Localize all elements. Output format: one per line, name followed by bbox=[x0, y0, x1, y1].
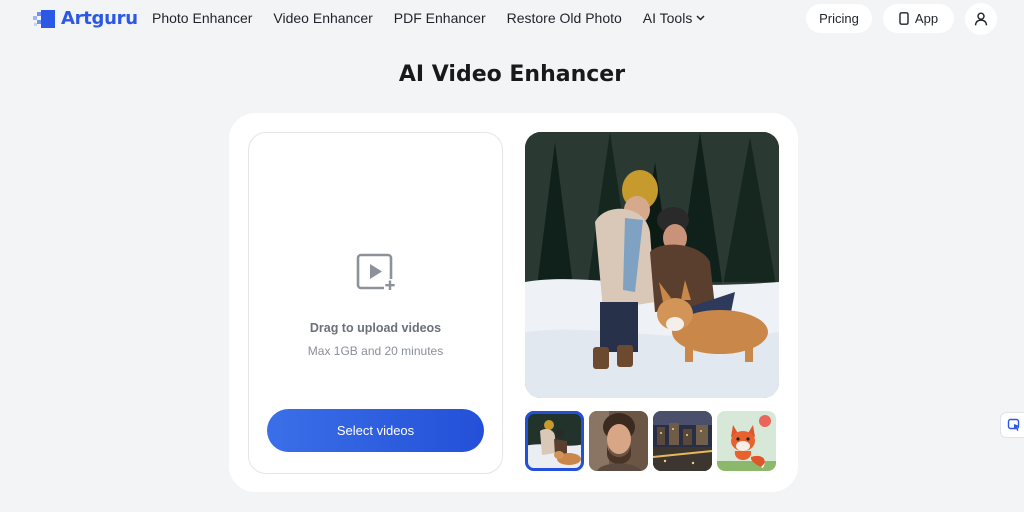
user-account-button[interactable] bbox=[965, 3, 997, 35]
app-button[interactable]: App bbox=[883, 4, 954, 33]
select-videos-button[interactable]: Select videos bbox=[267, 409, 484, 452]
upload-dropzone[interactable]: Drag to upload videos Max 1GB and 20 min… bbox=[248, 132, 503, 474]
chevron-down-icon bbox=[696, 15, 705, 21]
thumbnail-city-night[interactable] bbox=[653, 411, 712, 471]
thumbnail-couple-with-dog[interactable] bbox=[525, 411, 584, 471]
brand-logo[interactable]: Artguru bbox=[33, 8, 138, 29]
pricing-button[interactable]: Pricing bbox=[806, 4, 872, 33]
main-nav: Photo Enhancer Video Enhancer PDF Enhanc… bbox=[152, 10, 705, 26]
nav-pdf-enhancer[interactable]: PDF Enhancer bbox=[394, 10, 486, 26]
enhancer-card: Drag to upload videos Max 1GB and 20 min… bbox=[229, 113, 798, 492]
brand-name: Artguru bbox=[61, 8, 138, 29]
nav-video-enhancer[interactable]: Video Enhancer bbox=[273, 10, 372, 26]
nav-photo-enhancer[interactable]: Photo Enhancer bbox=[152, 10, 252, 26]
nav-ai-tools[interactable]: AI Tools bbox=[643, 10, 706, 26]
sample-preview-image bbox=[525, 132, 779, 398]
nav-ai-tools-label: AI Tools bbox=[642, 10, 693, 26]
sample-thumbnails bbox=[525, 411, 776, 471]
app-button-label: App bbox=[914, 11, 939, 26]
nav-restore-old-photo[interactable]: Restore Old Photo bbox=[507, 10, 622, 26]
artguru-logo-icon bbox=[33, 9, 55, 28]
floating-chat-button[interactable] bbox=[1000, 412, 1024, 438]
user-icon bbox=[974, 12, 988, 26]
top-nav-bar: Artguru Photo Enhancer Video Enhancer PD… bbox=[0, 0, 1024, 36]
phone-icon bbox=[899, 12, 909, 25]
page-title: AI Video Enhancer bbox=[398, 62, 626, 87]
thumbnail-cartoon-fox[interactable] bbox=[717, 411, 776, 471]
video-add-icon bbox=[356, 253, 396, 291]
chat-icon bbox=[1007, 418, 1020, 431]
upload-limit-text: Max 1GB and 20 minutes bbox=[307, 344, 444, 358]
thumbnail-bearded-man[interactable] bbox=[589, 411, 648, 471]
drag-upload-text: Drag to upload videos bbox=[309, 321, 442, 335]
